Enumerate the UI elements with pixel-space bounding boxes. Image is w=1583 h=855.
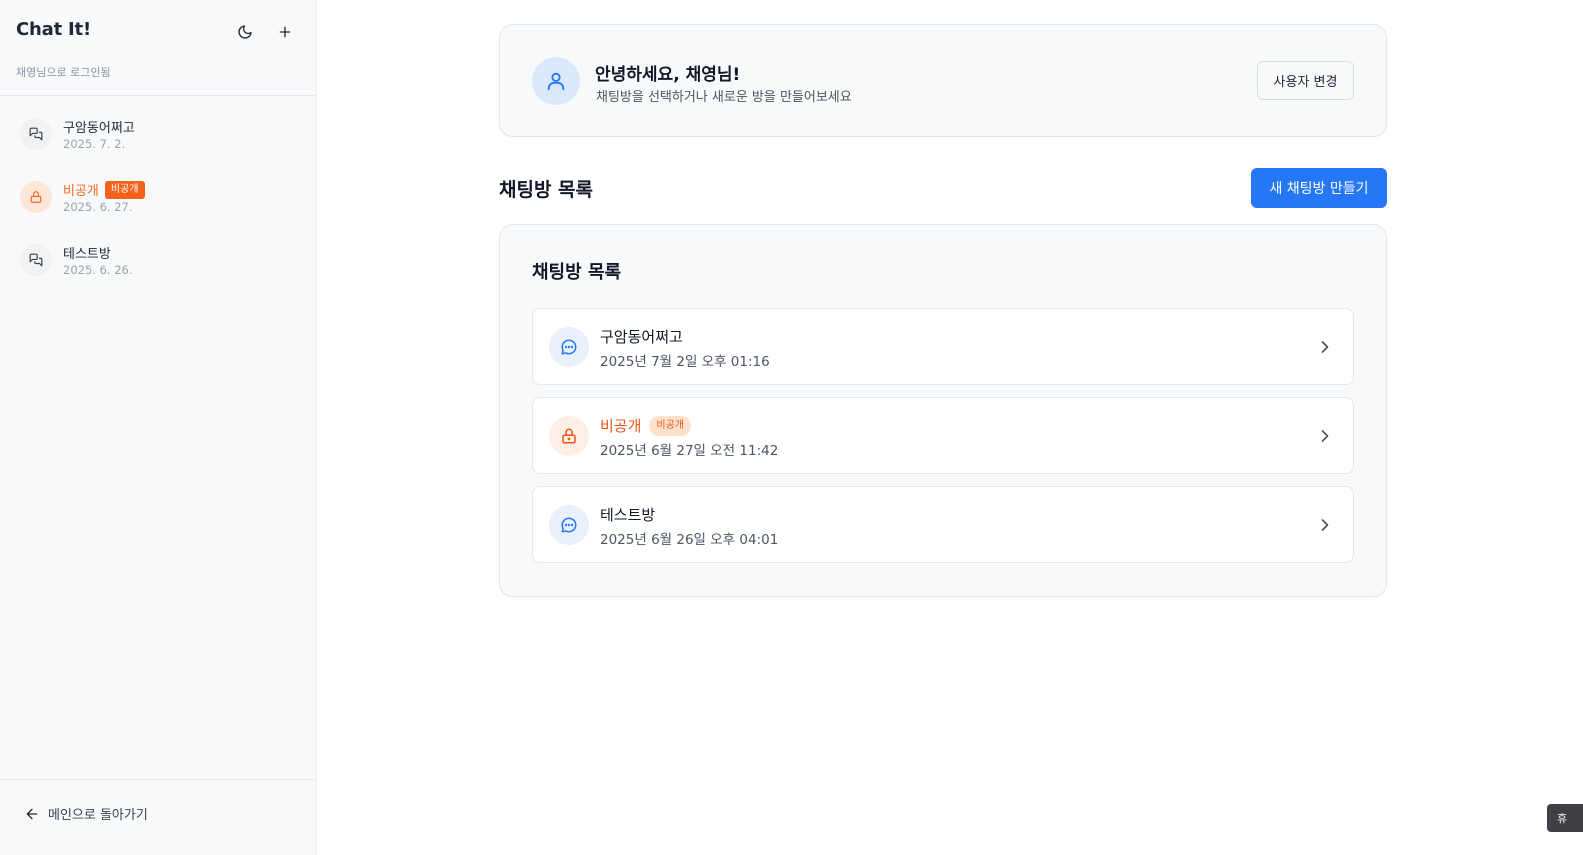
floating-button[interactable]: 휴 — [1547, 804, 1583, 832]
room-name-text: 테스트방 — [63, 247, 111, 262]
chevron-right-icon — [1321, 341, 1329, 353]
room-avatar — [20, 244, 52, 276]
room-name-text: 테스트방 — [600, 506, 656, 524]
lock-icon — [30, 191, 42, 203]
room-date: 2025년 7월 2일 오후 01:16 — [600, 354, 770, 370]
change-user-button[interactable]: 사용자 변경 — [1257, 61, 1354, 100]
dark-mode-button[interactable] — [233, 20, 257, 44]
sidebar-room-name: 비공개 비공개 — [63, 180, 145, 199]
room-avatar — [20, 118, 52, 150]
room-name-text: 구암동어쩌고 — [63, 121, 135, 136]
sidebar-room-item[interactable]: 구암동어쩌고 2025. 7. 2. — [0, 104, 316, 167]
app: Chat It! 채영님으로 로그인됨 구암동어쩌고 2025. 7. 2. 비… — [0, 0, 1583, 855]
room-list-item[interactable]: 테스트방 2025년 6월 26일 오후 04:01 — [532, 486, 1354, 563]
sidebar-room-date: 2025. 7. 2. — [63, 137, 126, 151]
room-name: 테스트방 — [600, 504, 655, 525]
back-to-main-link[interactable]: 메인으로 돌아가기 — [24, 804, 148, 823]
room-avatar — [549, 327, 589, 367]
floating-button-label: 휴 — [1557, 812, 1568, 825]
back-label: 메인으로 돌아가기 — [48, 808, 148, 823]
arrow-left-icon — [26, 808, 38, 819]
room-name-text: 비공개 — [600, 417, 642, 435]
new-room-plus-button[interactable] — [273, 20, 297, 44]
private-badge: 비공개 — [649, 415, 692, 436]
room-avatar — [20, 181, 52, 213]
sidebar-header: Chat It! 채영님으로 로그인됨 — [0, 0, 316, 96]
new-room-button[interactable]: 새 채팅방 만들기 — [1251, 168, 1387, 208]
sidebar-room-item[interactable]: 테스트방 2025. 6. 26. — [0, 230, 316, 293]
welcome-title: 안녕하세요, 채영님! — [595, 65, 741, 85]
private-badge: 비공개 — [104, 180, 145, 199]
welcome-card: 안녕하세요, 채영님! 채팅방을 선택하거나 새로운 방을 만들어보세요 사용자… — [499, 24, 1387, 137]
message-circle-icon — [561, 517, 577, 533]
sidebar-room-name: 테스트방 — [63, 243, 111, 262]
moon-icon — [238, 25, 252, 39]
room-name: 비공개 비공개 — [600, 415, 692, 436]
room-name-text: 구암동어쩌고 — [600, 328, 683, 346]
welcome-subtitle: 채팅방을 선택하거나 새로운 방을 만들어보세요 — [596, 90, 852, 105]
chat-bubbles-icon — [29, 253, 43, 267]
sidebar-room-list: 구암동어쩌고 2025. 7. 2. 비공개 비공개 2025. 6. 27. … — [0, 104, 316, 293]
room-list-item[interactable]: 비공개 비공개 2025년 6월 27일 오전 11:42 — [532, 397, 1354, 474]
room-list-card: 채팅방 목록 구암동어쩌고 2025년 7월 2일 오후 01:16 비공개 비… — [499, 224, 1387, 597]
sidebar-room-item[interactable]: 비공개 비공개 2025. 6. 27. — [0, 167, 316, 230]
message-circle-icon — [561, 339, 577, 355]
room-name: 구암동어쩌고 — [600, 326, 683, 347]
main-content: 안녕하세요, 채영님! 채팅방을 선택하거나 새로운 방을 만들어보세요 사용자… — [317, 0, 1583, 855]
sidebar-footer: 메인으로 돌아가기 — [0, 779, 316, 855]
room-avatar — [549, 505, 589, 545]
room-date: 2025년 6월 26일 오후 04:01 — [600, 532, 779, 548]
sidebar-room-date: 2025. 6. 26. — [63, 263, 133, 277]
room-date: 2025년 6월 27일 오전 11:42 — [600, 443, 779, 459]
app-title: Chat It! — [16, 19, 91, 40]
sidebar-room-name: 구암동어쩌고 — [63, 117, 135, 136]
plus-icon — [279, 26, 291, 38]
sidebar: Chat It! 채영님으로 로그인됨 구암동어쩌고 2025. 7. 2. 비… — [0, 0, 317, 855]
room-name-text: 비공개 — [63, 184, 99, 199]
room-list-title: 채팅방 목록 — [532, 262, 622, 283]
chevron-right-icon — [1321, 519, 1329, 531]
user-avatar — [532, 57, 580, 105]
room-avatar — [549, 416, 589, 456]
sidebar-room-date: 2025. 6. 27. — [63, 200, 133, 214]
chat-bubbles-icon — [29, 127, 43, 141]
chevron-right-icon — [1321, 430, 1329, 442]
user-icon — [547, 72, 565, 91]
lock-icon — [562, 428, 576, 444]
login-status: 채영님으로 로그인됨 — [16, 66, 111, 79]
section-title: 채팅방 목록 — [499, 179, 594, 201]
room-list-item[interactable]: 구암동어쩌고 2025년 7월 2일 오후 01:16 — [532, 308, 1354, 385]
